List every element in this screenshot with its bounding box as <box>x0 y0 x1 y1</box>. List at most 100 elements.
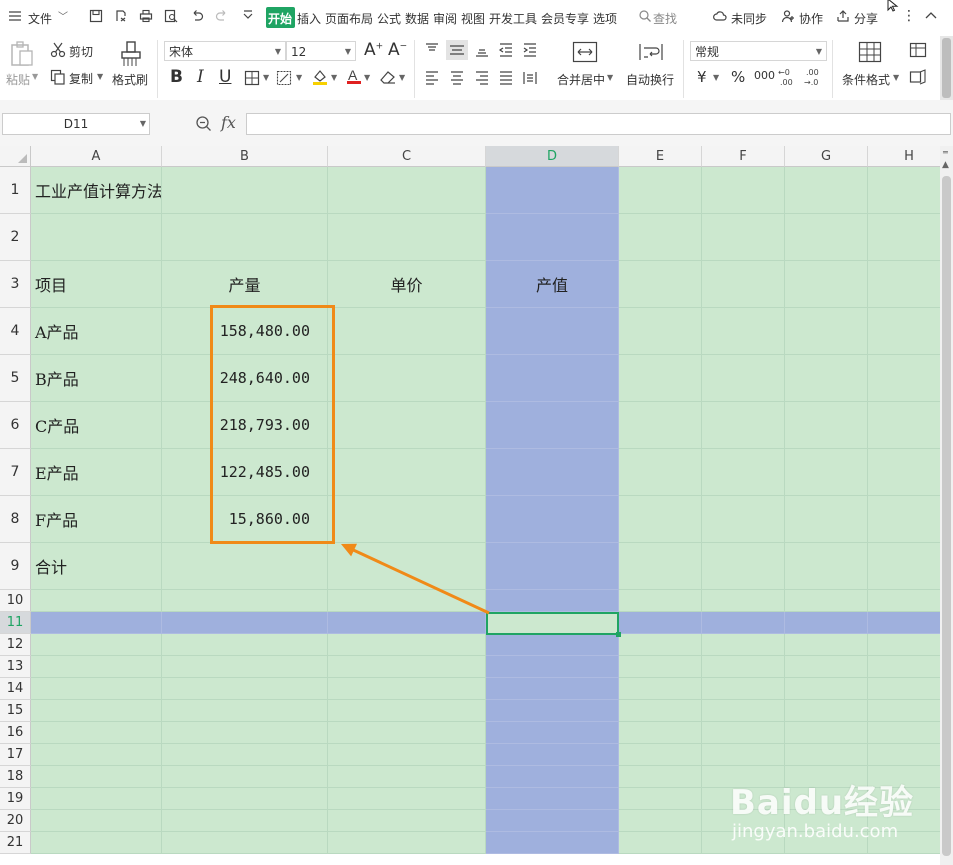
more-options-icon[interactable]: ⋮ <box>902 8 916 24</box>
cell-d3[interactable]: 产值 <box>486 261 619 308</box>
tab-review[interactable]: 审阅 <box>433 10 457 27</box>
justify-icon[interactable] <box>498 70 514 86</box>
row-header-13[interactable]: 13 <box>0 656 31 678</box>
font-name-select[interactable]: 宋体 ▼ <box>164 41 286 61</box>
cell-f6[interactable] <box>702 402 785 449</box>
cell-g13[interactable] <box>785 656 868 678</box>
cell-h4[interactable] <box>868 308 940 355</box>
row-header-18[interactable]: 18 <box>0 766 31 788</box>
cell-c12[interactable] <box>328 634 486 656</box>
cell-d13[interactable] <box>486 656 619 678</box>
formula-input[interactable] <box>246 113 951 135</box>
cell-c3[interactable]: 单价 <box>328 261 486 308</box>
cell-h5[interactable] <box>868 355 940 402</box>
cell-c20[interactable] <box>328 810 486 832</box>
cond-format-dropdown-icon[interactable]: ▼ <box>893 73 899 82</box>
cell-d8[interactable] <box>486 496 619 543</box>
distributed-icon[interactable] <box>522 70 538 86</box>
font-color-icon[interactable]: A <box>345 67 363 85</box>
font-color-dropdown-icon[interactable]: ▼ <box>364 73 370 82</box>
wrap-text-icon[interactable] <box>638 41 664 63</box>
name-box[interactable]: D11 ▼ <box>2 113 150 135</box>
fill-pattern-dropdown-icon[interactable]: ▼ <box>296 73 302 82</box>
cell-c13[interactable] <box>328 656 486 678</box>
cell-f15[interactable] <box>702 700 785 722</box>
cell-b19[interactable] <box>162 788 328 810</box>
cell-h10[interactable] <box>868 590 940 612</box>
cell-g16[interactable] <box>785 722 868 744</box>
search-button[interactable]: 查找 <box>653 10 677 27</box>
cell-h11[interactable] <box>868 612 940 634</box>
format-painter-icon[interactable] <box>118 40 144 68</box>
share-icon[interactable] <box>836 9 850 23</box>
row-header-7[interactable]: 7 <box>0 449 31 496</box>
undo-icon[interactable] <box>190 9 204 23</box>
currency-button[interactable]: ¥ <box>697 68 707 86</box>
row-header-16[interactable]: 16 <box>0 722 31 744</box>
cell-style-icon[interactable] <box>909 69 927 85</box>
cell-g9[interactable] <box>785 543 868 590</box>
cell-a15[interactable] <box>31 700 162 722</box>
row-header-21[interactable]: 21 <box>0 832 31 854</box>
collaborate-button[interactable]: 协作 <box>799 10 823 27</box>
cell-e6[interactable] <box>619 402 702 449</box>
cell-f5[interactable] <box>702 355 785 402</box>
split-handle-icon[interactable]: ═ <box>943 148 948 157</box>
column-header-h[interactable]: H <box>868 146 940 167</box>
cell-h17[interactable] <box>868 744 940 766</box>
cell-h13[interactable] <box>868 656 940 678</box>
fill-pattern-icon[interactable] <box>276 70 292 86</box>
cell-c16[interactable] <box>328 722 486 744</box>
column-header-e[interactable]: E <box>619 146 702 167</box>
cell-c5[interactable] <box>328 355 486 402</box>
cell-e15[interactable] <box>619 700 702 722</box>
cell-c8[interactable] <box>328 496 486 543</box>
cell-e16[interactable] <box>619 722 702 744</box>
cell-e18[interactable] <box>619 766 702 788</box>
cell-f2[interactable] <box>702 214 785 261</box>
cell-f17[interactable] <box>702 744 785 766</box>
cell-e2[interactable] <box>619 214 702 261</box>
conditional-format-button[interactable]: 条件格式 <box>842 71 890 88</box>
percent-button[interactable]: % <box>731 68 745 86</box>
cell-a21[interactable] <box>31 832 162 854</box>
cell-e3[interactable] <box>619 261 702 308</box>
cell-d16[interactable] <box>486 722 619 744</box>
cell-e17[interactable] <box>619 744 702 766</box>
tab-view[interactable]: 视图 <box>461 10 485 27</box>
tab-formulas[interactable]: 公式 <box>377 10 401 27</box>
column-header-d[interactable]: D <box>486 146 619 167</box>
cell-a17[interactable] <box>31 744 162 766</box>
cell-f12[interactable] <box>702 634 785 656</box>
cell-e8[interactable] <box>619 496 702 543</box>
cut-button[interactable]: 剪切 <box>69 43 93 60</box>
collaborate-icon[interactable] <box>781 9 795 23</box>
cell-b12[interactable] <box>162 634 328 656</box>
vertical-scroll-thumb[interactable] <box>942 176 951 856</box>
cell-c2[interactable] <box>328 214 486 261</box>
cell-g10[interactable] <box>785 590 868 612</box>
fx-icon[interactable]: fx <box>221 113 236 132</box>
cell-a14[interactable] <box>31 678 162 700</box>
row-header-2[interactable]: 2 <box>0 214 31 261</box>
cell-c6[interactable] <box>328 402 486 449</box>
share-button[interactable]: 分享 <box>854 10 878 27</box>
cell-d5[interactable] <box>486 355 619 402</box>
vertical-scrollbar[interactable]: ═ ▲ <box>940 146 953 865</box>
number-format-select[interactable]: 常规 ▼ <box>690 41 827 61</box>
cell-e7[interactable] <box>619 449 702 496</box>
cell-b20[interactable] <box>162 810 328 832</box>
cell-d18[interactable] <box>486 766 619 788</box>
column-header-g[interactable]: G <box>785 146 868 167</box>
decrease-indent-icon[interactable] <box>498 42 514 58</box>
currency-dropdown-icon[interactable]: ▼ <box>713 73 719 82</box>
row-header-6[interactable]: 6 <box>0 402 31 449</box>
cell-a8[interactable]: F产品 <box>31 496 162 543</box>
borders-icon[interactable] <box>244 70 260 86</box>
copy-dropdown-icon[interactable]: ▼ <box>97 72 103 81</box>
ribbon-scrollbar[interactable] <box>940 36 953 100</box>
cell-c15[interactable] <box>328 700 486 722</box>
cell-a13[interactable] <box>31 656 162 678</box>
cell-g7[interactable] <box>785 449 868 496</box>
cell-f16[interactable] <box>702 722 785 744</box>
